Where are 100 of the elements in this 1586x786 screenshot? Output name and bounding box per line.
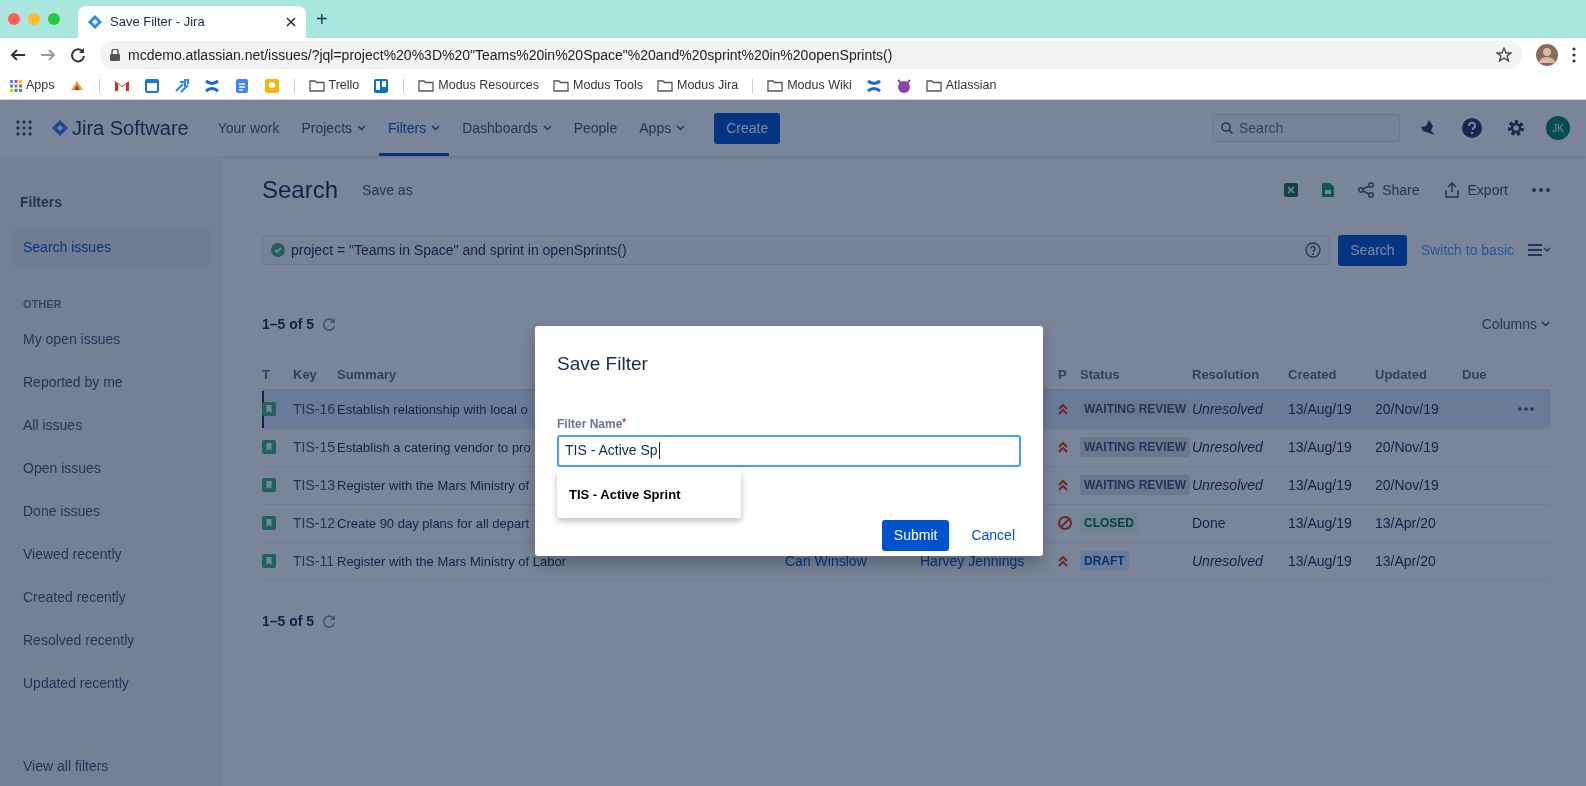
sidebar-item[interactable]: Updated recently [12, 664, 210, 702]
user-avatar[interactable]: JK [1546, 116, 1570, 140]
tab-title: Save Filter - Jira [110, 13, 206, 32]
sidebar-item[interactable]: Reported by me [12, 363, 210, 401]
browser-tab[interactable]: Save Filter - Jira [78, 6, 306, 38]
forward-icon[interactable] [40, 47, 56, 63]
filter-name-field[interactable]: TIS - Active Sp [557, 434, 1021, 467]
devil-icon[interactable] [895, 77, 912, 94]
document-icon[interactable] [233, 77, 250, 94]
story-icon [262, 402, 276, 417]
result-count: 1–5 of 5 [262, 314, 315, 334]
bookmark-link[interactable]: Atlassian [925, 76, 997, 95]
spreadsheet-icon[interactable] [1284, 183, 1299, 198]
sidebar-heading: Filters [19, 193, 63, 212]
resolution-text: Unresolved [1192, 437, 1264, 457]
column-header[interactable]: Due [1462, 365, 1502, 385]
status-lozenge: WAITING REVIEW [1080, 399, 1190, 420]
search-icon [1221, 122, 1233, 134]
required-mark: * [622, 415, 627, 430]
help-icon[interactable] [1462, 118, 1482, 138]
refresh-icon[interactable] [322, 317, 337, 332]
switch-link[interactable]: Switch to basic [1414, 238, 1520, 262]
dialog-title: Save Filter [557, 352, 649, 376]
status-lozenge: DRAFT [1080, 551, 1129, 572]
column-header[interactable]: Status [1080, 365, 1192, 385]
bookmark-link[interactable]: Apps [10, 76, 55, 95]
nav-menu[interactable]: Apps [630, 100, 695, 156]
settings-icon[interactable] [1506, 118, 1526, 138]
section-heading: OTHER [22, 297, 63, 312]
calendar-icon[interactable] [143, 77, 160, 94]
issue-key-link[interactable]: TIS-13 [293, 474, 337, 496]
close-icon[interactable] [286, 17, 296, 27]
bookmark-link[interactable]: Modus Tools [553, 76, 643, 95]
nav-menu[interactable]: Dashboards [453, 100, 561, 156]
sidebar-item[interactable]: Viewed recently [12, 535, 210, 573]
issue-key-link[interactable]: TIS-16 [293, 398, 337, 420]
action-button[interactable]: Export [1443, 179, 1508, 201]
app-switcher-icon[interactable] [16, 120, 32, 136]
sheet-icon[interactable] [1322, 183, 1335, 198]
summary-link[interactable]: Register with the Mars Ministry of Labor [337, 551, 785, 572]
search-button[interactable]: Search [1338, 234, 1407, 266]
refresh-icon[interactable] [322, 614, 337, 629]
bookmark-link[interactable]: Modus Jira [657, 76, 739, 95]
column-header[interactable]: T [262, 365, 293, 385]
cancel-button[interactable]: Cancel [965, 524, 1021, 547]
column-header[interactable]: Created [1288, 365, 1375, 385]
sidebar-item[interactable]: Search issues [12, 229, 210, 266]
issue-key-link[interactable]: TIS-15 [293, 436, 337, 458]
date-text: 13/Aug/19 [1288, 513, 1353, 533]
sidebar-item[interactable]: Open issues [12, 449, 210, 487]
folder-icon [657, 79, 673, 92]
arrows-icon[interactable] [173, 77, 190, 94]
save-as-button[interactable]: Save as [362, 179, 413, 201]
more-icon[interactable] [1572, 47, 1576, 63]
suggestion-item[interactable]: TIS - Active Sprint [557, 470, 741, 518]
product-logo[interactable]: Jira Software [52, 113, 189, 143]
star-icon[interactable] [1496, 47, 1512, 63]
list-view-icon[interactable] [1528, 244, 1550, 257]
profile-avatar-icon[interactable] [1536, 44, 1558, 66]
issue-key-link[interactable]: TIS-11 [293, 550, 337, 572]
new-tab-button[interactable]: + [316, 4, 328, 34]
cross-icon[interactable] [865, 77, 882, 94]
back-icon[interactable] [10, 47, 26, 63]
bookmark-link[interactable]: Trello [308, 76, 360, 95]
bookmark-link[interactable]: Modus Resources [418, 76, 540, 95]
folder-icon [553, 79, 570, 92]
nav-menu[interactable]: Filters [379, 100, 450, 156]
cross-icon[interactable] [203, 77, 220, 94]
submit-button[interactable]: Submit [881, 520, 950, 551]
column-header[interactable]: Resolution [1192, 365, 1288, 385]
nav-menu[interactable]: Projects [292, 100, 376, 156]
sidebar-item[interactable]: Resolved recently [12, 621, 210, 659]
reload-icon[interactable] [70, 47, 86, 63]
address-field[interactable]: mcdemo.atlassian.net/issues/?jql=project%20%3D%20"Teams%20in%20Space"%20and%20sprint%20in%20openSprints() [100, 41, 1522, 69]
field-label: Filter Name [557, 415, 623, 433]
column-header[interactable]: Updated [1375, 365, 1462, 385]
nav-menu[interactable]: People [564, 100, 627, 156]
lock-icon [110, 49, 120, 61]
sidebar-item[interactable]: All issues [12, 406, 210, 444]
column-header[interactable]: Key [293, 365, 337, 385]
sidebar-item[interactable]: My open issues [12, 320, 210, 358]
folder-icon [308, 79, 325, 92]
sidebar-item[interactable]: Created recently [12, 578, 210, 616]
share-icon [1358, 182, 1375, 199]
column-header[interactable]: P [1058, 365, 1080, 385]
result-count: 1–5 of 5 [262, 611, 315, 631]
window-control-icon[interactable] [8, 13, 20, 25]
action-button[interactable]: Share [1358, 179, 1420, 201]
folder-icon [418, 79, 435, 92]
create-button[interactable]: Create [714, 112, 781, 144]
query-field[interactable]: project = "Teams in Space" and sprint in openSprints() [262, 235, 1331, 266]
board-icon[interactable] [373, 77, 390, 94]
page-title: Search [262, 176, 339, 205]
nav-menu[interactable]: Your work [208, 100, 289, 156]
search-field[interactable]: Search [1212, 114, 1400, 142]
sidebar-item[interactable]: Done issues [12, 492, 210, 530]
sidebar-link[interactable]: View all filters [12, 747, 210, 785]
columns-button[interactable]: Columns [1481, 313, 1550, 335]
bookmark-link[interactable]: Modus Wiki [767, 76, 852, 95]
issue-key-link[interactable]: TIS-12 [293, 512, 337, 534]
